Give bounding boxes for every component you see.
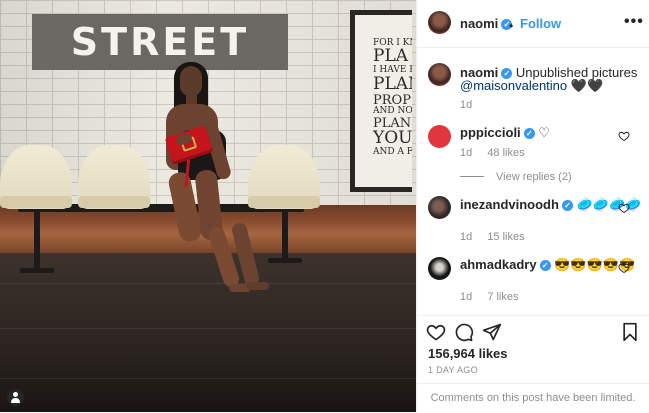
actions-divider bbox=[417, 315, 649, 316]
comment-username[interactable]: inezandvinoodh bbox=[460, 197, 559, 212]
comment-likes[interactable]: 7 likes bbox=[487, 291, 518, 303]
author-username[interactable]: naomi ✓ bbox=[460, 16, 513, 31]
caption-emoji: 🖤🖤 bbox=[570, 78, 604, 93]
commenter-avatar[interactable] bbox=[428, 196, 451, 219]
post-date[interactable]: 1 DAY AGO bbox=[428, 365, 478, 375]
share-icon[interactable] bbox=[482, 322, 502, 342]
user-tag-icon[interactable] bbox=[7, 389, 24, 406]
comment-likes[interactable]: 48 likes bbox=[487, 147, 524, 159]
bookmark-icon[interactable] bbox=[620, 322, 640, 342]
header-separator: • bbox=[509, 19, 514, 33]
more-options-button[interactable]: ••• bbox=[624, 13, 644, 31]
comment-text: inezandvinoodh ✓ 🥏🥏🥏🥏 bbox=[460, 197, 642, 212]
comments-limited-notice: Comments on this post have been limited. bbox=[417, 383, 649, 413]
comment-like-heart-icon[interactable] bbox=[618, 202, 630, 214]
likes-count[interactable]: 156,964 likes bbox=[428, 346, 508, 361]
caption-time: 1d bbox=[460, 99, 473, 111]
comment-icon[interactable] bbox=[454, 322, 474, 342]
comment-like-heart-icon[interactable] bbox=[618, 262, 630, 274]
street-sign: STREET bbox=[32, 14, 288, 70]
comment-like-heart-icon[interactable] bbox=[618, 130, 630, 142]
verified-badge-icon: ✓ bbox=[561, 200, 573, 211]
verified-badge-icon: ✓ bbox=[523, 128, 535, 139]
view-replies-button[interactable]: View replies (2) bbox=[460, 171, 572, 183]
poster-line: PLAN bbox=[373, 73, 412, 94]
comment-text: ahmadkadry ✓ 😎😎😎😎😎 bbox=[460, 257, 636, 272]
commenter-avatar[interactable] bbox=[428, 125, 451, 148]
poster-line: YOU H bbox=[373, 128, 412, 149]
comment-time: 1d bbox=[460, 291, 473, 303]
comment-username[interactable]: ahmadkadry bbox=[460, 257, 537, 272]
comment-time: 1d bbox=[460, 231, 473, 243]
caption-avatar[interactable] bbox=[428, 63, 451, 86]
floor bbox=[0, 253, 416, 412]
street-sign-text: STREET bbox=[70, 20, 250, 64]
comment-likes[interactable]: 15 likes bbox=[487, 231, 524, 243]
author-avatar[interactable] bbox=[428, 11, 451, 34]
comment-text: pppiccioli ✓ ♡ bbox=[460, 125, 550, 140]
commenter-avatar[interactable] bbox=[428, 257, 451, 280]
comment-username[interactable]: pppiccioli bbox=[460, 125, 521, 140]
header-divider bbox=[417, 47, 649, 48]
follow-button[interactable]: Follow bbox=[520, 16, 561, 31]
instagram-post-modal: STREET FOR I KN PLA I HAVE F PLAN PROPSE… bbox=[0, 0, 649, 412]
mention-link[interactable]: @maisonvalentino bbox=[460, 78, 567, 93]
poster-line: AND A FU bbox=[373, 147, 412, 158]
comment-time: 1d bbox=[460, 147, 473, 159]
poster-line: PROPSE bbox=[373, 92, 412, 108]
verified-badge-icon: ✓ bbox=[539, 260, 551, 271]
poster-line: PLA bbox=[373, 46, 409, 67]
like-heart-icon[interactable] bbox=[426, 322, 446, 342]
post-photo[interactable]: STREET FOR I KN PLA I HAVE F PLAN PROPSE… bbox=[0, 0, 416, 412]
wall-poster: FOR I KN PLA I HAVE F PLAN PROPSE AND NO… bbox=[350, 10, 412, 192]
